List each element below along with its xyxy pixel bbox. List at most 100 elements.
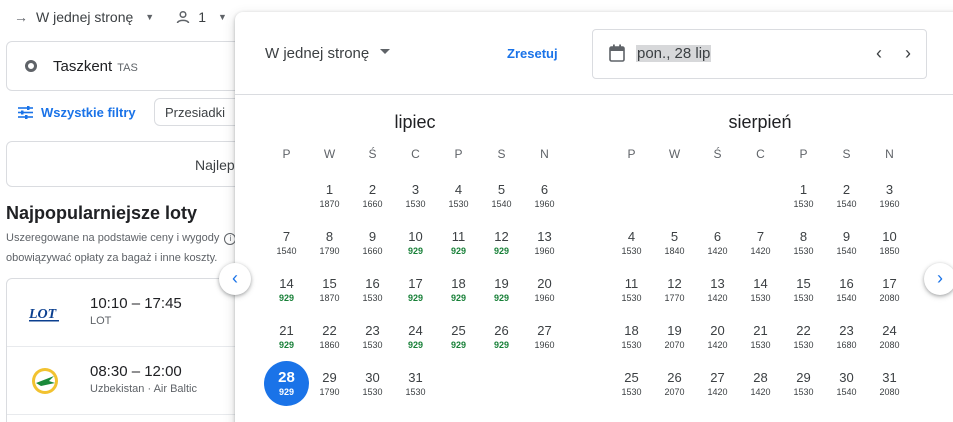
day-number: 8 bbox=[325, 229, 334, 244]
day-number: 7 bbox=[756, 229, 765, 244]
day-price: 1530 bbox=[362, 340, 383, 350]
calendar-day[interactable]: 12 929 bbox=[480, 220, 523, 267]
calendar-day[interactable]: 6 1960 bbox=[523, 173, 566, 220]
day-price: 1660 bbox=[362, 199, 383, 209]
calendar-day[interactable]: 15 1530 bbox=[782, 267, 825, 314]
selected-date-value[interactable]: pon., 28 lip bbox=[636, 45, 712, 62]
day-price: 1420 bbox=[750, 387, 771, 397]
calendar-day[interactable]: 2 1660 bbox=[351, 173, 394, 220]
calendar-day[interactable]: 5 1840 bbox=[653, 220, 696, 267]
all-filters-button[interactable]: Wszystkie filtry bbox=[18, 98, 136, 126]
origin-input[interactable]: Taszkent TAS bbox=[6, 41, 266, 91]
day-number: 29 bbox=[796, 370, 811, 385]
passenger-count[interactable]: 1 bbox=[198, 9, 206, 25]
calendar-day[interactable]: 1 1530 bbox=[782, 173, 825, 220]
calendar-day[interactable]: 20 1960 bbox=[523, 267, 566, 314]
empty-cell bbox=[653, 173, 696, 220]
calendar-day[interactable]: 23 1530 bbox=[351, 314, 394, 361]
reset-button[interactable]: Zresetuj bbox=[507, 46, 558, 61]
calendar-day[interactable]: 30 1540 bbox=[825, 361, 868, 408]
calendar-day[interactable]: 16 1530 bbox=[351, 267, 394, 314]
calendar-day[interactable]: 14 1530 bbox=[739, 267, 782, 314]
calendar-day[interactable]: 22 1530 bbox=[782, 314, 825, 361]
calendar-day[interactable]: 13 1420 bbox=[696, 267, 739, 314]
day-price: 1960 bbox=[879, 199, 900, 209]
day-price: 1540 bbox=[276, 246, 297, 256]
month-grid: 1 1870 2 1660 3 1530 4 1530 5 1540 6 1960 7 1540 8 1790… bbox=[264, 173, 566, 408]
calendar-day[interactable]: 7 1420 bbox=[739, 220, 782, 267]
calendar-day[interactable]: 8 1530 bbox=[782, 220, 825, 267]
calendar-day[interactable]: 10 929 bbox=[394, 220, 437, 267]
calendar-day[interactable]: 22 1860 bbox=[308, 314, 351, 361]
next-day-chevron-icon[interactable]: › bbox=[905, 43, 911, 64]
calendar-day[interactable]: 13 1960 bbox=[523, 220, 566, 267]
calendar-day[interactable]: 6 1420 bbox=[696, 220, 739, 267]
calendar-day[interactable]: 25 929 bbox=[437, 314, 480, 361]
calendar-day[interactable]: 31 2080 bbox=[868, 361, 911, 408]
calendar-day[interactable]: 10 1850 bbox=[868, 220, 911, 267]
day-price: 2070 bbox=[664, 387, 685, 397]
caret-down-icon[interactable] bbox=[380, 49, 390, 54]
calendar-day[interactable]: 2 1540 bbox=[825, 173, 868, 220]
calendar-day[interactable]: 16 1540 bbox=[825, 267, 868, 314]
trip-type-selector[interactable]: W jednej stronę bbox=[36, 9, 133, 25]
calendar-day[interactable]: 15 1870 bbox=[308, 267, 351, 314]
calendar-day[interactable]: 29 1790 bbox=[308, 361, 351, 408]
calendar-day[interactable]: 20 1420 bbox=[696, 314, 739, 361]
previous-month-button[interactable]: ‹ bbox=[219, 263, 251, 295]
day-price: 1960 bbox=[534, 199, 555, 209]
day-price: 1530 bbox=[621, 340, 642, 350]
calendar-day[interactable]: 23 1680 bbox=[825, 314, 868, 361]
calendar-day[interactable]: 17 929 bbox=[394, 267, 437, 314]
weekday-label: C bbox=[756, 147, 765, 161]
day-number: 6 bbox=[713, 229, 722, 244]
calendar-day[interactable]: 29 1530 bbox=[782, 361, 825, 408]
calendar-day[interactable]: 21 1530 bbox=[739, 314, 782, 361]
calendar-day[interactable]: 9 1540 bbox=[825, 220, 868, 267]
calendar-day[interactable]: 11 929 bbox=[437, 220, 480, 267]
calendar-day[interactable]: 4 1530 bbox=[437, 173, 480, 220]
calendar-day[interactable]: 24 2080 bbox=[868, 314, 911, 361]
flight-row[interactable]: 08:30 – 12:00 Uzbekistan · Air Baltic bbox=[7, 347, 265, 415]
empty-cell bbox=[739, 173, 782, 220]
calendar-day[interactable]: 21 929 bbox=[265, 314, 308, 361]
calendar-day[interactable]: 7 1540 bbox=[265, 220, 308, 267]
calendar-day[interactable]: 1 1870 bbox=[308, 173, 351, 220]
next-month-button[interactable]: › bbox=[924, 263, 953, 295]
calendar-day[interactable]: 25 1530 bbox=[610, 361, 653, 408]
calendar-day[interactable]: 18 929 bbox=[437, 267, 480, 314]
calendar-day[interactable]: 5 1540 bbox=[480, 173, 523, 220]
day-number: 7 bbox=[282, 229, 291, 244]
calendar-day[interactable]: 3 1960 bbox=[868, 173, 911, 220]
calendar-day[interactable]: 24 929 bbox=[394, 314, 437, 361]
day-number: 10 bbox=[882, 229, 897, 244]
calendar-day[interactable]: 18 1530 bbox=[610, 314, 653, 361]
empty-cell bbox=[610, 173, 653, 220]
calendar-day[interactable]: 30 1530 bbox=[351, 361, 394, 408]
departure-date-field[interactable]: pon., 28 lip ‹ › bbox=[592, 29, 927, 79]
calendar-day[interactable]: 27 1420 bbox=[696, 361, 739, 408]
calendar-day[interactable]: 3 1530 bbox=[394, 173, 437, 220]
day-number: 16 bbox=[839, 276, 854, 291]
calendar-day[interactable]: 26 929 bbox=[480, 314, 523, 361]
previous-day-chevron-icon[interactable]: ‹ bbox=[876, 43, 882, 64]
calendar-day[interactable]: 19 2070 bbox=[653, 314, 696, 361]
calendar-day[interactable]: 8 1790 bbox=[308, 220, 351, 267]
calendar-day[interactable]: 19 929 bbox=[480, 267, 523, 314]
sort-best-tab[interactable]: Najlep bbox=[6, 141, 266, 187]
calendar-day[interactable]: 11 1530 bbox=[610, 267, 653, 314]
calendar-day[interactable]: 31 1530 bbox=[394, 361, 437, 408]
calendar-day[interactable]: 9 1660 bbox=[351, 220, 394, 267]
calendar-day[interactable]: 26 2070 bbox=[653, 361, 696, 408]
calendar-day[interactable]: 12 1770 bbox=[653, 267, 696, 314]
day-price: 1540 bbox=[836, 293, 857, 303]
calendar-trip-type-selector[interactable]: W jednej stronę bbox=[265, 45, 369, 62]
day-number: 22 bbox=[796, 323, 811, 338]
calendar-day[interactable]: 27 1960 bbox=[523, 314, 566, 361]
calendar-day[interactable]: 14 929 bbox=[265, 267, 308, 314]
calendar-day[interactable]: 17 2080 bbox=[868, 267, 911, 314]
selected-calendar-day[interactable]: 28 929 bbox=[264, 361, 309, 408]
calendar-day[interactable]: 4 1530 bbox=[610, 220, 653, 267]
calendar-day[interactable]: 28 1420 bbox=[739, 361, 782, 408]
day-price: 1770 bbox=[664, 293, 685, 303]
